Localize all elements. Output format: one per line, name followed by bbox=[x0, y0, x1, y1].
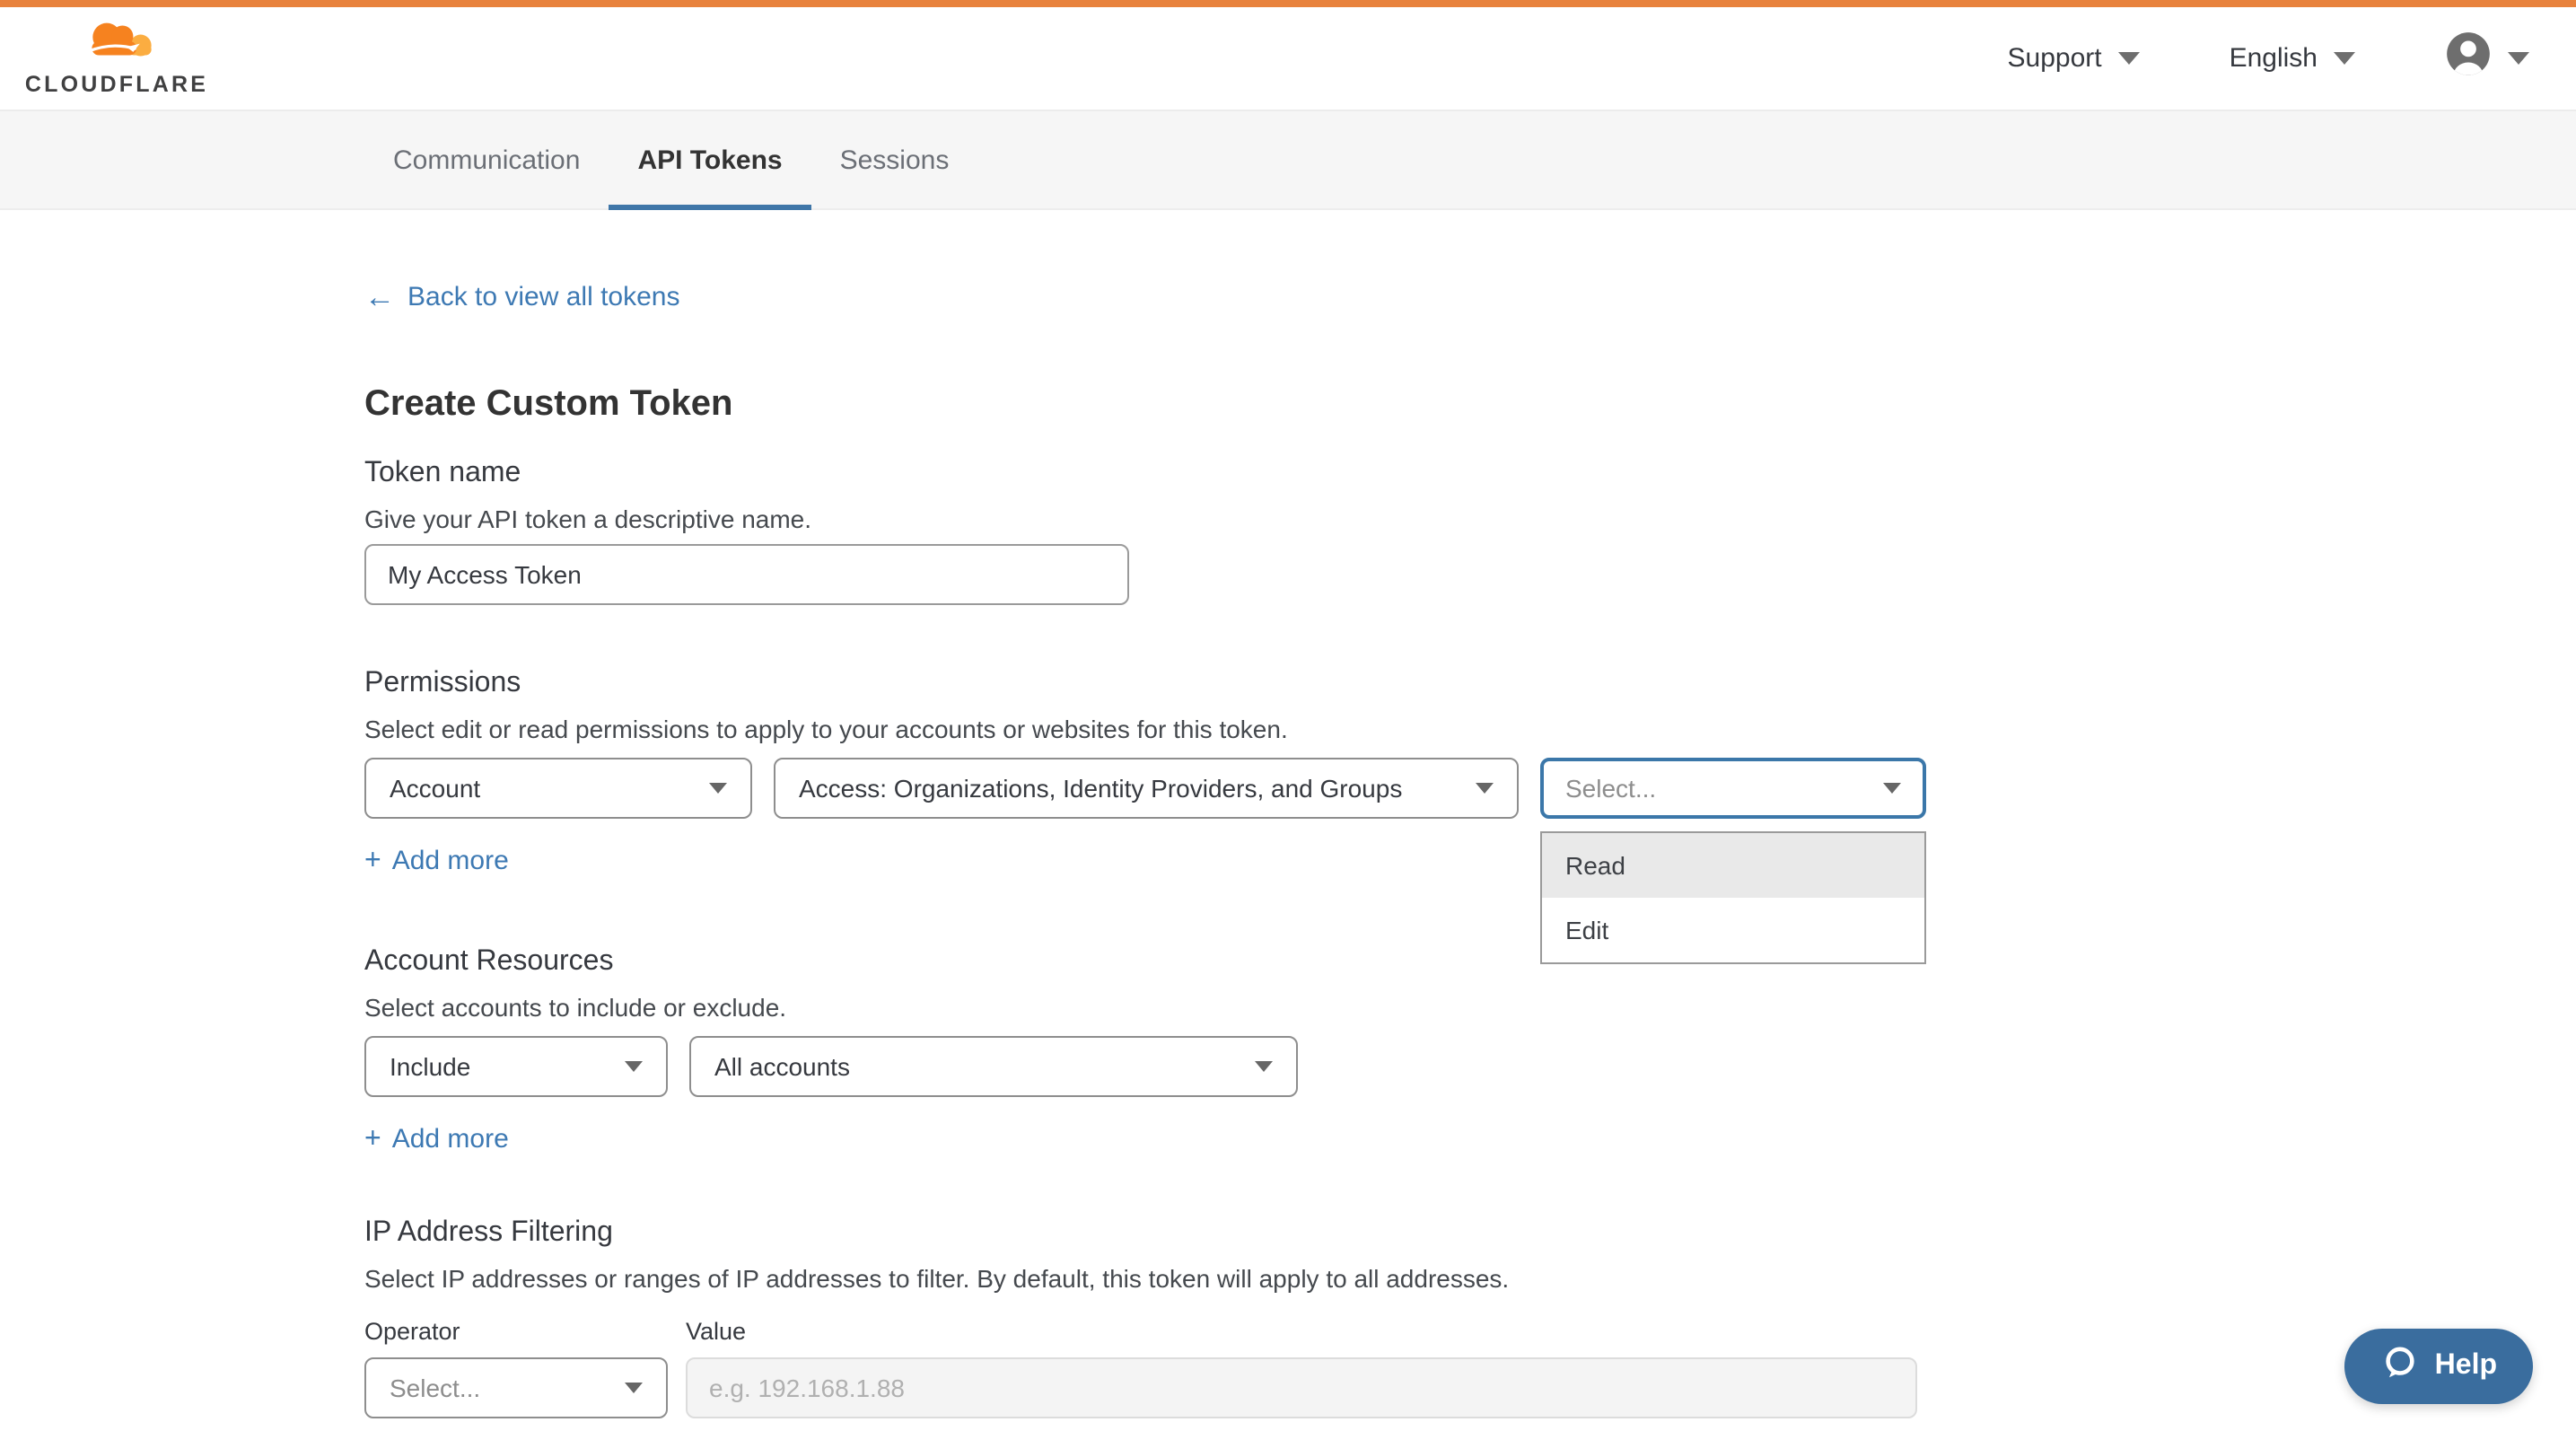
ip-filtering-description: Select IP addresses or ranges of IP addr… bbox=[364, 1262, 2576, 1296]
help-button-label: Help bbox=[2435, 1350, 2497, 1383]
user-avatar-icon bbox=[2445, 31, 2492, 86]
language-menu-label: English bbox=[2230, 43, 2318, 74]
back-arrow-icon: ← bbox=[364, 280, 395, 316]
include-exclude-value: Include bbox=[390, 1052, 470, 1081]
cloudflare-logo[interactable]: CLOUDFLARE bbox=[27, 20, 206, 97]
chevron-down-icon bbox=[625, 1383, 643, 1393]
cloudflare-logo-text: CLOUDFLARE bbox=[25, 72, 208, 97]
ip-field-labels: Operator Value bbox=[364, 1318, 2576, 1347]
language-menu[interactable]: English bbox=[2230, 43, 2355, 74]
operator-select[interactable]: Select... bbox=[364, 1357, 668, 1418]
chevron-down-icon bbox=[1255, 1061, 1273, 1072]
top-accent-bar bbox=[0, 0, 2576, 7]
back-to-tokens-link[interactable]: ← Back to view all tokens bbox=[364, 280, 680, 316]
permission-access-select[interactable]: Select... bbox=[1540, 758, 1926, 819]
permission-scope-select[interactable]: Account bbox=[364, 758, 752, 819]
permission-scope-value: Account bbox=[390, 774, 480, 803]
permissions-add-more-link[interactable]: + Add more bbox=[364, 844, 509, 880]
account-resources-label: Account Resources bbox=[364, 944, 2576, 980]
cloudflare-cloud-icon bbox=[75, 20, 158, 70]
dropdown-option-read[interactable]: Read bbox=[1542, 833, 1924, 898]
tab-api-tokens[interactable]: API Tokens bbox=[609, 111, 810, 210]
access-level-dropdown-menu: Read Edit bbox=[1540, 831, 1926, 964]
tab-bar: Communication API Tokens Sessions bbox=[0, 111, 2576, 210]
permission-access-select-wrap: Select... Read Edit bbox=[1540, 758, 1926, 819]
help-button[interactable]: Help bbox=[2345, 1329, 2533, 1404]
permission-resource-value: Access: Organizations, Identity Provider… bbox=[799, 774, 1402, 803]
page-title: Create Custom Token bbox=[364, 381, 2576, 427]
ip-filtering-label: IP Address Filtering bbox=[364, 1216, 2576, 1251]
account-resources-add-more-link[interactable]: + Add more bbox=[364, 1122, 509, 1158]
plus-icon: + bbox=[364, 844, 381, 880]
ip-value-input[interactable] bbox=[686, 1357, 1917, 1418]
tab-communication[interactable]: Communication bbox=[364, 111, 609, 210]
add-more-label: Add more bbox=[392, 1122, 509, 1158]
chevron-down-icon bbox=[2334, 52, 2355, 65]
chevron-down-icon bbox=[709, 783, 727, 794]
main-content: ← Back to view all tokens Create Custom … bbox=[0, 212, 2576, 1431]
account-menu[interactable] bbox=[2445, 31, 2529, 86]
chevron-down-icon bbox=[625, 1061, 643, 1072]
dropdown-option-edit[interactable]: Edit bbox=[1542, 898, 1924, 962]
chevron-down-icon bbox=[2118, 52, 2140, 65]
support-menu-label: Support bbox=[2008, 43, 2102, 74]
value-label: Value bbox=[686, 1318, 746, 1347]
permissions-description: Select edit or read permissions to apply… bbox=[364, 713, 2576, 747]
header: CLOUDFLARE Support English bbox=[0, 7, 2576, 111]
permission-access-placeholder: Select... bbox=[1565, 774, 1656, 803]
token-name-input[interactable] bbox=[364, 544, 1129, 605]
chevron-down-icon bbox=[2508, 52, 2529, 65]
tab-sessions[interactable]: Sessions bbox=[811, 111, 978, 210]
chat-bubble-icon bbox=[2381, 1345, 2419, 1388]
accounts-select[interactable]: All accounts bbox=[689, 1036, 1298, 1097]
token-name-label: Token name bbox=[364, 456, 2576, 492]
page: CLOUDFLARE Support English bbox=[0, 0, 2576, 1431]
operator-placeholder: Select... bbox=[390, 1374, 480, 1402]
accounts-value: All accounts bbox=[714, 1052, 850, 1081]
ip-controls-row: Select... bbox=[364, 1357, 2576, 1418]
add-more-label: Add more bbox=[392, 844, 509, 880]
chevron-down-icon bbox=[1883, 783, 1901, 794]
permissions-row: Account Access: Organizations, Identity … bbox=[364, 758, 2576, 819]
chevron-down-icon bbox=[1476, 783, 1494, 794]
plus-icon: + bbox=[364, 1122, 381, 1158]
token-name-description: Give your API token a descriptive name. bbox=[364, 503, 2576, 537]
account-resources-description: Select accounts to include or exclude. bbox=[364, 991, 2576, 1025]
include-exclude-select[interactable]: Include bbox=[364, 1036, 668, 1097]
operator-label: Operator bbox=[364, 1318, 686, 1347]
header-right: Support English bbox=[1918, 31, 2530, 86]
permission-resource-select[interactable]: Access: Organizations, Identity Provider… bbox=[774, 758, 1519, 819]
back-link-label: Back to view all tokens bbox=[407, 280, 680, 316]
support-menu[interactable]: Support bbox=[2008, 43, 2140, 74]
permissions-label: Permissions bbox=[364, 666, 2576, 702]
account-resources-row: Include All accounts bbox=[364, 1036, 2576, 1097]
